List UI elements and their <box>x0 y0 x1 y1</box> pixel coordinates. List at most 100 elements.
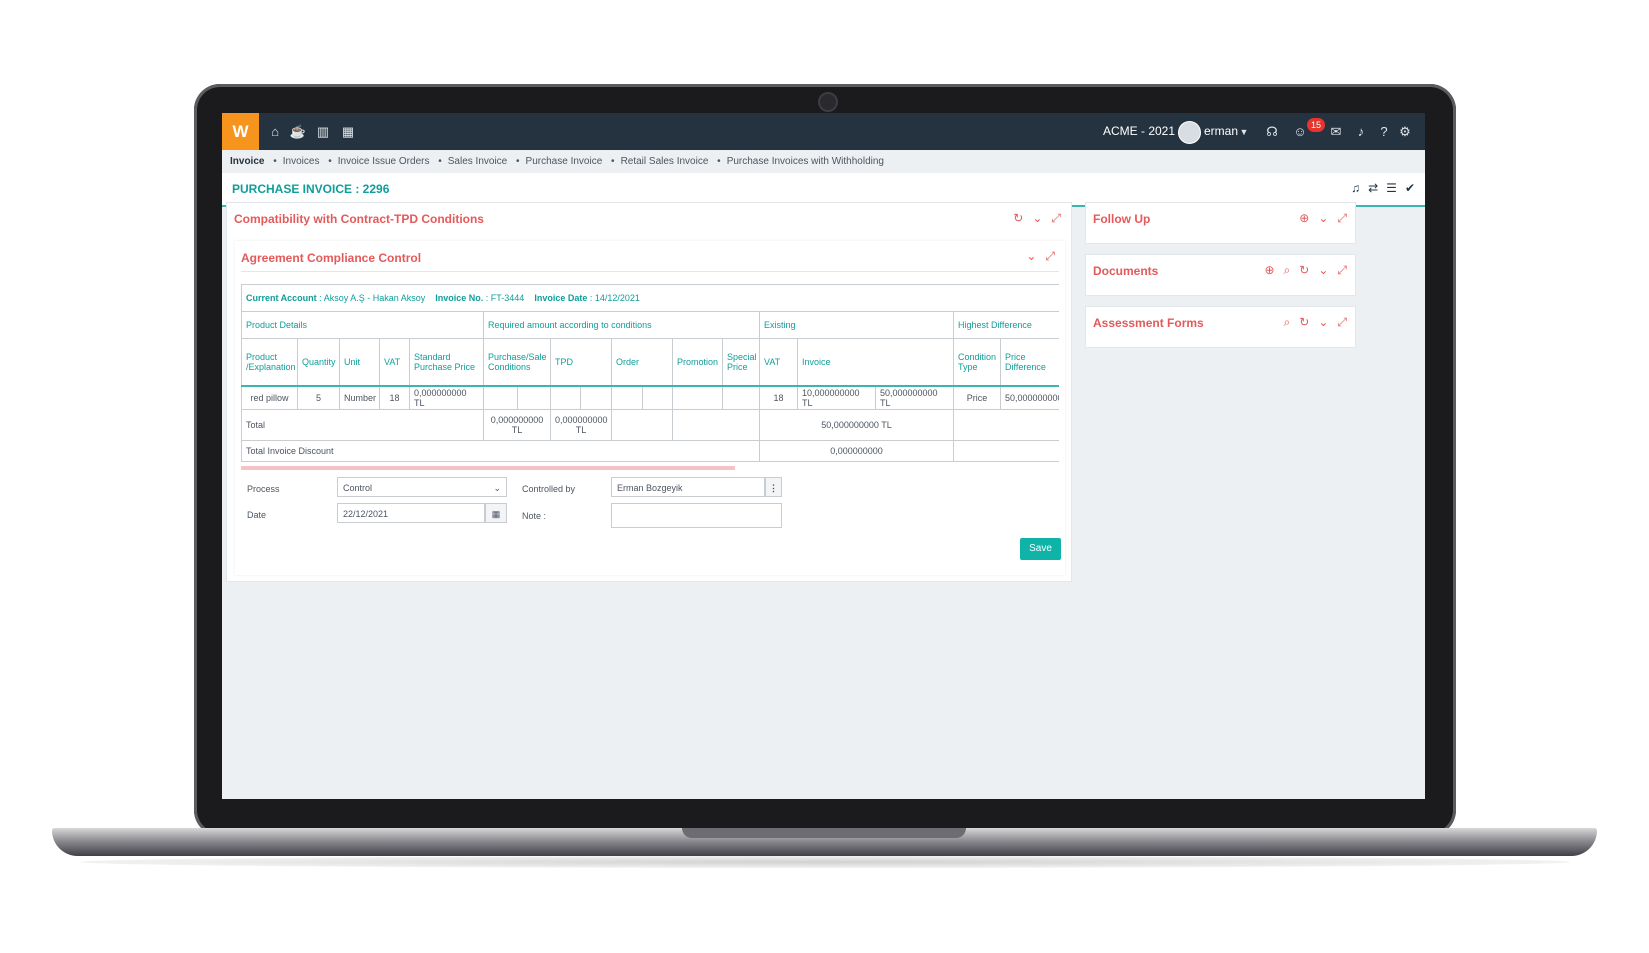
expand-icon[interactable]: ⤢ <box>1337 263 1347 278</box>
company-selector[interactable]: ACME - 2021 <box>1103 124 1175 138</box>
column-header-row: Product /Explanation Quantity Unit VAT S… <box>241 338 1059 387</box>
subpanel-title: Agreement Compliance Control <box>241 251 422 265</box>
calendar-icon[interactable]: ▦ <box>339 123 357 141</box>
column-header: Special Price <box>722 338 760 387</box>
chart-icon[interactable]: ▥ <box>314 123 332 141</box>
group-header: Existing <box>759 311 954 339</box>
column-header: Quantity <box>297 338 340 387</box>
cell-empty <box>952 440 1059 462</box>
search-icon[interactable]: ⌕ <box>1284 315 1291 330</box>
chevron-down-icon[interactable]: ⌄ <box>1318 211 1328 226</box>
column-header: Invoice <box>797 338 954 387</box>
expand-icon[interactable]: ⤢ <box>1045 249 1055 264</box>
column-header: VAT <box>759 338 798 387</box>
add-icon[interactable]: ⊕ <box>1264 263 1274 278</box>
camera-icon <box>818 92 838 112</box>
panel-actions: ↻ ⌄ ⤢ <box>1013 211 1061 226</box>
top-navigation-bar: W ⌂ ☕ ▥ ▦ ACME - 2021 erman ▼ ☊ ☺ 15 ✉ ♪… <box>222 113 1425 150</box>
breadcrumb-item[interactable]: Invoice <box>230 156 264 167</box>
account-label: Current Account <box>246 293 317 303</box>
breadcrumb-item[interactable]: Retail Sales Invoice <box>621 156 709 167</box>
user-menu[interactable]: erman <box>1204 124 1238 138</box>
panel-title: Follow Up <box>1093 212 1151 226</box>
controlled-by-field[interactable]: Erman Bozgeyik <box>611 477 765 497</box>
user-avatar[interactable] <box>1178 121 1201 144</box>
chevron-down-icon[interactable]: ⌄ <box>1318 315 1328 330</box>
panel-actions: ⊕ ⌄ ⤢ <box>1299 211 1347 226</box>
column-header: Purchase/Sale Conditions <box>483 338 551 387</box>
laptop-notch <box>682 828 966 838</box>
page-actions: ♫ ⇄ ☰ ✔ <box>1351 181 1415 195</box>
app-logo[interactable]: W <box>222 113 259 150</box>
cell-product: red pillow <box>241 385 298 410</box>
search-icon[interactable]: ⌕ <box>1284 263 1291 278</box>
discount-label: Total Invoice Discount <box>241 440 760 462</box>
add-icon[interactable]: ⊕ <box>1299 211 1309 226</box>
column-header: TPD <box>550 338 612 387</box>
breadcrumb-separator: • <box>438 156 442 167</box>
invoice-no-value: FT-3444 <box>490 293 525 303</box>
date-field[interactable]: 22/12/2021 <box>337 503 485 523</box>
total-purchase-sale: 0,000000000 TL <box>483 409 551 441</box>
help-icon[interactable]: ? <box>1375 123 1393 141</box>
chevron-down-icon[interactable]: ▼ <box>1235 123 1253 141</box>
breadcrumb-separator: • <box>611 156 615 167</box>
documents-panel: Documents ⊕ ⌕ ↻ ⌄ ⤢ <box>1085 254 1356 296</box>
breadcrumb-item[interactable]: Purchase Invoice <box>526 156 603 167</box>
expand-icon[interactable]: ⤢ <box>1337 211 1347 226</box>
list-icon[interactable]: ☰ <box>1386 181 1397 195</box>
note-textarea[interactable] <box>611 503 782 528</box>
note-label: Note : <box>522 511 547 521</box>
group-header: Product Details <box>241 311 484 339</box>
discount-row: Total Invoice Discount 0,000000000 <box>241 440 1059 462</box>
expand-icon[interactable]: ⤢ <box>1051 211 1061 226</box>
breadcrumb-item[interactable]: Sales Invoice <box>448 156 507 167</box>
chevron-down-icon[interactable]: ⌄ <box>1026 249 1036 264</box>
headset-icon[interactable]: ☊ <box>1263 123 1281 141</box>
app-screen: W ⌂ ☕ ▥ ▦ ACME - 2021 erman ▼ ☊ ☺ 15 ✉ ♪… <box>222 113 1425 799</box>
agreement-subpanel: Agreement Compliance Control ⌄ ⤢ Current… <box>235 241 1065 575</box>
process-select[interactable]: Control ⌄ <box>337 477 507 497</box>
column-header: Price Difference <box>999 338 1059 387</box>
breadcrumb-separator: • <box>328 156 332 167</box>
divider <box>241 271 1059 272</box>
breadcrumb-item[interactable]: Invoices <box>283 156 320 167</box>
home-icon[interactable]: ⌂ <box>266 123 284 141</box>
panel-title: Documents <box>1093 264 1159 278</box>
process-label: Process <box>247 484 280 494</box>
more-icon[interactable]: ⋮ <box>765 477 782 497</box>
cell-empty <box>611 409 673 441</box>
controlled-by-label: Controlled by <box>522 484 576 494</box>
gear-icon[interactable]: ⚙ <box>1396 123 1414 141</box>
refresh-icon[interactable]: ↻ <box>1299 263 1309 278</box>
chevron-down-icon[interactable]: ⌄ <box>1032 211 1042 226</box>
cell-empty <box>611 385 643 410</box>
assessment-forms-panel: Assessment Forms ⌕ ↻ ⌄ ⤢ <box>1085 306 1356 348</box>
panel-title: Compatibility with Contract-TPD Conditio… <box>234 212 484 226</box>
refresh-icon[interactable]: ⇄ <box>1368 181 1378 195</box>
panel-actions: ⌕ ↻ ⌄ ⤢ <box>1284 315 1347 330</box>
compatibility-panel: Compatibility with Contract-TPD Conditio… <box>226 202 1072 582</box>
cell-empty <box>550 385 581 410</box>
compliance-table-wrapper: Current Account : Aksoy A.Ş - Hakan Akso… <box>235 284 1059 469</box>
chat-icon[interactable]: ✉ <box>1327 123 1345 141</box>
expand-icon[interactable]: ⤢ <box>1337 315 1347 330</box>
bell-icon[interactable]: ♫ <box>1351 181 1360 195</box>
horizontal-scrollbar[interactable] <box>241 466 735 470</box>
breadcrumb-item[interactable]: Purchase Invoices with Withholding <box>727 156 884 167</box>
save-button[interactable]: Save <box>1020 538 1061 560</box>
check-icon[interactable]: ✔ <box>1405 181 1415 195</box>
calendar-icon[interactable]: ▦ <box>485 503 507 523</box>
chevron-down-icon[interactable]: ⌄ <box>1318 263 1328 278</box>
refresh-icon[interactable]: ↻ <box>1013 211 1023 226</box>
total-tpd: 0,000000000 TL <box>550 409 612 441</box>
breadcrumb-separator: • <box>516 156 520 167</box>
cell-empty <box>722 385 760 410</box>
refresh-icon[interactable]: ↻ <box>1299 315 1309 330</box>
cell-empty <box>483 385 518 410</box>
breadcrumb-item[interactable]: Invoice Issue Orders <box>338 156 430 167</box>
bell-icon[interactable]: ♪ <box>1352 123 1370 141</box>
coffee-icon[interactable]: ☕ <box>289 123 307 141</box>
panel-title: Assessment Forms <box>1093 316 1204 330</box>
controlled-by-value: Erman Bozgeyik <box>617 483 683 493</box>
